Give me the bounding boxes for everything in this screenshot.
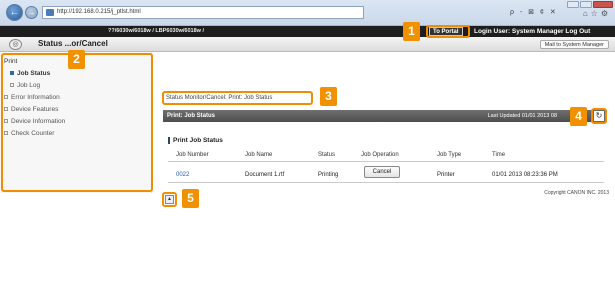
maximize-button[interactable]	[580, 1, 592, 8]
callout-badge-3: 3	[320, 87, 337, 106]
minimize-button[interactable]	[567, 1, 579, 8]
callout-highlight-portal	[426, 25, 470, 38]
page-title: Status ...or/Cancel	[38, 39, 108, 48]
login-user-info[interactable]: Login User: System Manager Log Out	[474, 26, 590, 37]
job-type-cell: Printer	[437, 172, 455, 178]
callout-badge-2: 2	[68, 50, 85, 69]
last-updated-text: Last Updated 01/01 2013 08	[487, 113, 557, 119]
column-header-status: Status	[318, 152, 336, 158]
panel-header: Print: Job Status Last Updated 01/01 201…	[163, 110, 603, 122]
device-header-bar: ??/6030w/6018w / LBP6030w/6018w / To Por…	[0, 26, 615, 37]
browser-chrome: ← → http://192.168.0.215/j_ptlst.html ρ …	[0, 0, 615, 26]
table-header-divider	[168, 161, 604, 162]
job-time-cell: 01/01 2013 08:23:36 PM	[492, 172, 558, 178]
callout-highlight-refresh	[591, 108, 607, 124]
page-title-bar: ◎ Status ...or/Cancel Mail to System Man…	[0, 37, 615, 52]
callout-badge-5: 5	[182, 189, 199, 208]
callout-highlight-sidebar	[1, 53, 153, 192]
callout-badge-4: 4	[570, 107, 587, 126]
column-header-job-name: Job Name	[245, 152, 273, 158]
address-tools[interactable]: ρ - ⊠ ¢ ✕	[510, 8, 558, 16]
address-text: http://192.168.0.215/j_ptlst.html	[57, 9, 141, 15]
window-controls	[567, 1, 613, 8]
site-favicon-icon	[46, 9, 54, 16]
table-row-divider	[168, 182, 604, 183]
address-bar[interactable]: http://192.168.0.215/j_ptlst.html	[42, 6, 364, 19]
section-title: Print Job Status	[168, 137, 223, 144]
status-monitor-icon: ◎	[9, 39, 22, 50]
column-header-job-type: Job Type	[437, 152, 462, 158]
callout-badge-1: 1	[403, 22, 420, 41]
job-name-cell: Document 1.rtf	[245, 172, 285, 178]
panel-title: Print: Job Status	[167, 113, 216, 119]
job-status-cell: Printing	[318, 172, 339, 178]
copyright-text: Copyright CANON INC. 2013	[544, 190, 609, 196]
forward-button[interactable]: →	[25, 6, 38, 19]
column-header-job-number: Job Number	[176, 152, 209, 158]
column-header-time: Time	[492, 152, 506, 158]
back-button[interactable]: ←	[6, 4, 23, 21]
close-window-button[interactable]	[593, 1, 613, 8]
cancel-job-button[interactable]: Cancel	[364, 166, 400, 178]
mail-to-system-manager-button[interactable]: Mail to System Manager	[539, 40, 609, 49]
callout-highlight-breadcrumb	[162, 91, 313, 105]
browser-toolbar-icons[interactable]: ⌂☆⚙	[583, 9, 611, 18]
column-header-job-operation: Job Operation	[361, 152, 399, 158]
job-number-link[interactable]: 0022	[176, 172, 189, 178]
device-model-label: ??/6030w/6018w / LBP6030w/6018w /	[108, 28, 204, 34]
callout-highlight-page-up	[162, 192, 177, 207]
